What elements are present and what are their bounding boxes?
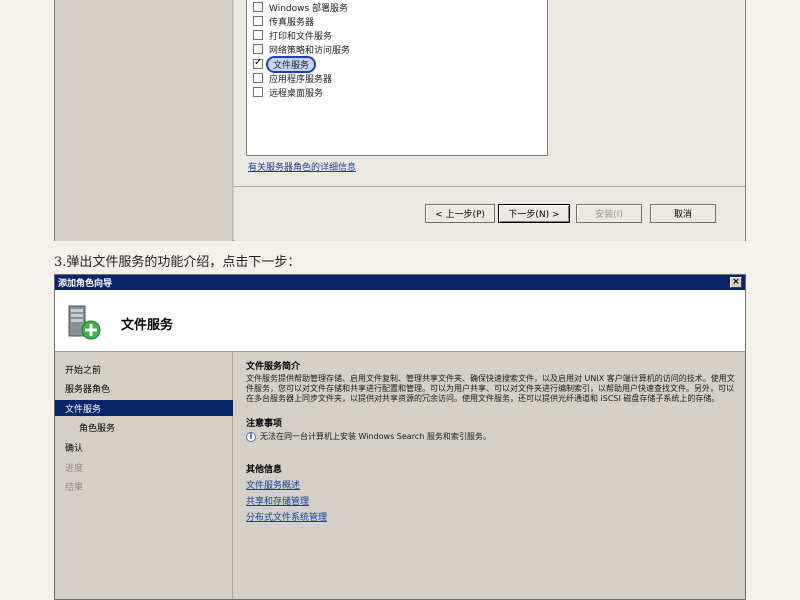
role-checkbox[interactable] <box>253 16 263 26</box>
link-dfs-management[interactable]: 分布式文件系统管理 <box>246 510 327 523</box>
role-label: 网络策略和访问服务 <box>269 45 351 56</box>
page-title: 文件服务 <box>121 318 174 333</box>
role-checkbox[interactable] <box>253 44 263 54</box>
server-add-icon <box>68 305 101 340</box>
nav-item-server-roles[interactable]: 服务器角色 <box>55 380 233 396</box>
step-caption: 3.弹出文件服务的功能介绍，点击下一步： <box>54 255 301 270</box>
note-item: i 无法在同一台计算机上安装 Windows Search 服务和索引服务。 <box>246 431 733 442</box>
next-button[interactable]: 下一步(N) > <box>498 204 570 223</box>
nav-item-role-services[interactable]: 角色服务 <box>55 419 233 435</box>
link-file-services-overview[interactable]: 文件服务概述 <box>246 478 300 491</box>
close-button[interactable]: × <box>730 277 742 288</box>
role-item-network-policy[interactable]: 网络策略和访问服务 <box>253 42 350 56</box>
previous-wizard-content: Windows 部署服务 传真服务器 打印和文件服务 网络策略和访问服务 文件服… <box>234 0 745 241</box>
role-label: Windows 部署服务 <box>269 3 349 14</box>
role-item-fax-server[interactable]: 传真服务器 <box>253 14 314 28</box>
info-icon: i <box>246 431 256 442</box>
notes-heading: 注意事项 <box>246 419 283 429</box>
nav-item-file-services[interactable]: 文件服务 <box>55 400 233 416</box>
window-title: 添加角色向导 <box>58 279 113 289</box>
role-label: 远程桌面服务 <box>269 88 324 99</box>
intro-text: 文件服务提供帮助管理存储、启用文件复制、管理共享文件夹、确保快速搜索文件，以及启… <box>246 374 735 403</box>
link-share-and-storage-management[interactable]: 共享和存储管理 <box>246 494 309 507</box>
role-checkbox[interactable] <box>253 87 263 97</box>
wizard-nav: 开始之前 服务器角色 文件服务 角色服务 确认 进度 结果 <box>55 352 233 599</box>
role-item-remote-desktop[interactable]: 远程桌面服务 <box>253 85 323 99</box>
nav-item-confirmation[interactable]: 确认 <box>55 439 233 455</box>
role-checkbox[interactable] <box>253 73 263 83</box>
role-item-file-services[interactable]: 文件服务 <box>253 55 317 73</box>
nav-item-results: 结果 <box>65 482 84 493</box>
intro-heading: 文件服务简介 <box>246 362 301 372</box>
wizard-content: 文件服务简介 文件服务提供帮助管理存储、启用文件复制、管理共享文件夹、确保快速搜… <box>234 352 745 599</box>
wizard-header: 文件服务 <box>55 290 745 352</box>
role-item-windows-deployment[interactable]: Windows 部署服务 <box>253 0 348 14</box>
note-text: 无法在同一台计算机上安装 Windows Search 服务和索引服务。 <box>260 432 491 441</box>
role-item-application-server[interactable]: 应用程序服务器 <box>253 71 332 85</box>
install-button[interactable]: 安装(I) <box>576 204 642 223</box>
more-info-heading: 其他信息 <box>246 465 283 475</box>
separator <box>234 186 745 187</box>
add-roles-wizard-window: 添加角色向导 × 文件服务 开始之前 服务器角色 文件服务 角色服务 确认 进度… <box>54 274 746 600</box>
role-label: 传真服务器 <box>269 17 315 28</box>
role-item-print-services[interactable]: 打印和文件服务 <box>253 28 332 42</box>
previous-wizard-window: Windows 部署服务 传真服务器 打印和文件服务 网络策略和访问服务 文件服… <box>54 0 746 241</box>
role-label: 打印和文件服务 <box>269 31 333 42</box>
server-roles-more-info-link[interactable]: 有关服务器角色的详细信息 <box>248 160 356 173</box>
previous-wizard-nav-pane <box>55 0 233 241</box>
role-checkbox[interactable] <box>253 2 263 12</box>
nav-item-before-you-begin[interactable]: 开始之前 <box>55 361 233 377</box>
title-bar: 添加角色向导 × <box>55 275 745 290</box>
cancel-button[interactable]: 取消 <box>650 204 716 223</box>
nav-item-progress: 进度 <box>65 463 84 474</box>
previous-button[interactable]: < 上一步(P) <box>425 204 495 223</box>
role-label: 应用程序服务器 <box>269 74 333 85</box>
server-roles-list: Windows 部署服务 传真服务器 打印和文件服务 网络策略和访问服务 文件服… <box>246 0 548 156</box>
role-checkbox[interactable] <box>253 30 263 40</box>
role-checkbox-checked[interactable] <box>253 57 263 69</box>
role-label-highlighted: 文件服务 <box>266 55 317 73</box>
